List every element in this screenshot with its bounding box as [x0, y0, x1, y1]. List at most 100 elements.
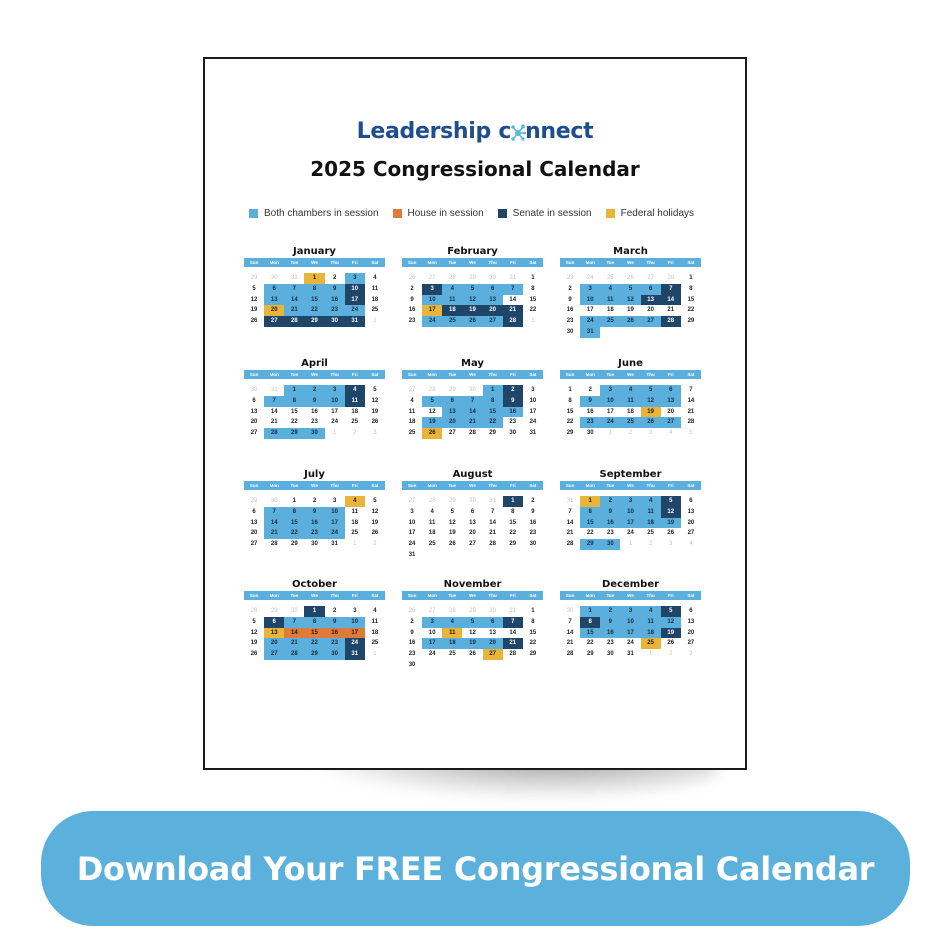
calendar-day: 6 [252, 508, 256, 515]
calendar-day: 27 [250, 541, 258, 548]
calendar-day: 13 [489, 629, 496, 636]
adjacent-month-day: 29 [449, 498, 456, 504]
month-name: November [443, 579, 502, 590]
legend-item-holiday: Federal holidays [605, 208, 694, 219]
legend-item-house: House in session [392, 208, 484, 219]
weekday-header: Sun Mon Tue We Thu Fri Sat [244, 370, 385, 379]
calendar-day: 8 [531, 618, 535, 625]
weekday-label: Sat [529, 593, 537, 598]
adjacent-month-day: 30 [291, 608, 298, 614]
calendar-day: 1 [531, 608, 535, 614]
weekday-label: Tue [290, 483, 299, 488]
calendar-day: 23 [580, 417, 601, 429]
day-grid: 26 27 28 29 30 31 1 2 3 4 5 6 7 8 9 10 11 12 13 14 15 16 17 18 1… [402, 273, 543, 327]
calendar-day: 1 [580, 496, 601, 507]
adjacent-month-day: 30 [469, 498, 476, 504]
calendar-day: 18 [428, 530, 436, 537]
calendar-day: 7 [502, 616, 523, 628]
weekday-label: Sat [371, 483, 379, 488]
weekday-label: Sun [407, 593, 417, 598]
calendar-day: 26 [667, 640, 675, 647]
weekday-label: Tue [448, 483, 457, 488]
adjacent-month-day: 1 [531, 318, 535, 325]
calendar-day: 27 [482, 649, 503, 660]
download-calendar-button[interactable]: Download Your FREE Congressional Calenda… [41, 811, 910, 926]
calendar-document-preview[interactable]: Leadership c nnect 2025 Congressional Cal… [203, 57, 747, 770]
calendar-day: 15 [580, 627, 601, 639]
calendar-day: 13 [687, 508, 695, 515]
calendar-day: 25 [371, 307, 379, 314]
weekday-label: Sun [249, 260, 259, 265]
calendar-day: 19 [660, 517, 681, 529]
adjacent-month-day: 30 [270, 498, 278, 504]
weekday-label: Sat [529, 372, 537, 377]
calendar-day: 22 [291, 419, 298, 426]
calendar-day: 25 [428, 541, 436, 548]
calendar-day: 22 [304, 638, 325, 650]
calendar-day: 3 [422, 616, 443, 628]
adjacent-month-day: 5 [689, 430, 693, 437]
calendar-day: 20 [482, 305, 503, 317]
calendar-day: 3 [332, 498, 337, 504]
calendar-day: 17 [422, 638, 443, 650]
weekday-label: We [469, 593, 476, 598]
adjacent-month-day: 2 [648, 541, 653, 548]
calendar-day: 3 [580, 283, 601, 295]
calendar-day: 5 [373, 498, 377, 504]
calendar-day: 5 [640, 385, 661, 396]
calendar-day: 12 [620, 294, 641, 306]
calendar-day: 30 [324, 316, 345, 327]
weekday-label: Sun [565, 483, 575, 488]
calendar-day: 26 [469, 651, 476, 658]
calendar-day: 5 [660, 496, 681, 507]
adjacent-month-day: 28 [667, 275, 675, 281]
weekday-label: We [627, 483, 634, 488]
adjacent-month-day: 27 [647, 275, 654, 281]
day-grid: 1 2 3 4 5 6 7 8 9 10 11 12 13 14 15 16 17 18 19 20 21 22 23 24 2… [560, 385, 701, 439]
calendar-day: 28 [270, 541, 278, 548]
calendar-day: 13 [660, 395, 681, 407]
calendar-day: 18 [442, 305, 463, 317]
calendar-day: 11 [429, 519, 436, 526]
weekday-label: Sat [687, 593, 695, 598]
month-january: January Sun Mon Tue We Thu Fri Sat 29 30 31 1 2 3 4 5 6 7… [244, 245, 385, 327]
calendar-day: 22 [566, 419, 574, 426]
weekday-label: Fri [351, 372, 358, 377]
weekday-label: Fri [667, 593, 674, 598]
calendar-day: 21 [667, 307, 675, 314]
calendar-day: 23 [509, 419, 517, 426]
calendar-day: 7 [568, 618, 572, 625]
calendar-day: 20 [687, 519, 695, 526]
weekday-label: We [469, 483, 476, 488]
calendar-day: 7 [502, 283, 523, 295]
calendar-day: 22 [586, 530, 594, 537]
calendar-day: 3 [620, 496, 641, 507]
calendar-day: 29 [304, 316, 325, 327]
calendar-day: 29 [529, 651, 537, 658]
calendar-day: 19 [371, 408, 379, 415]
adjacent-month-day: 29 [469, 608, 476, 614]
adjacent-month-day: 31 [509, 608, 517, 614]
calendar-day: 1 [568, 387, 572, 393]
calendar-day: 20 [687, 629, 695, 636]
calendar-day: 11 [371, 285, 379, 292]
calendar-day: 20 [264, 638, 285, 650]
calendar-day: 30 [324, 649, 345, 660]
weekday-label: Mon [585, 372, 595, 377]
calendar-day: 2 [502, 385, 523, 396]
calendar-day: 14 [509, 296, 517, 303]
calendar-day: 27 [264, 316, 285, 327]
calendar-day: 17 [422, 305, 443, 317]
calendar-day: 9 [324, 283, 345, 295]
calendar-day: 24 [627, 640, 634, 647]
calendar-day: 18 [640, 627, 661, 639]
calendar-day: 28 [687, 419, 695, 426]
adjacent-month-day: 2 [669, 651, 673, 658]
calendar-day: 14 [489, 519, 496, 526]
month-name: May [461, 358, 484, 369]
calendar-day: 5 [422, 395, 443, 407]
calendar-day: 23 [408, 651, 416, 658]
day-grid: 26 27 28 29 30 31 1 2 3 4 5 6 7 8 9 10 11 12 13 14 15 16 17 18 1… [402, 606, 543, 671]
calendar-day: 25 [600, 316, 621, 327]
adjacent-month-day: 28 [428, 387, 436, 393]
